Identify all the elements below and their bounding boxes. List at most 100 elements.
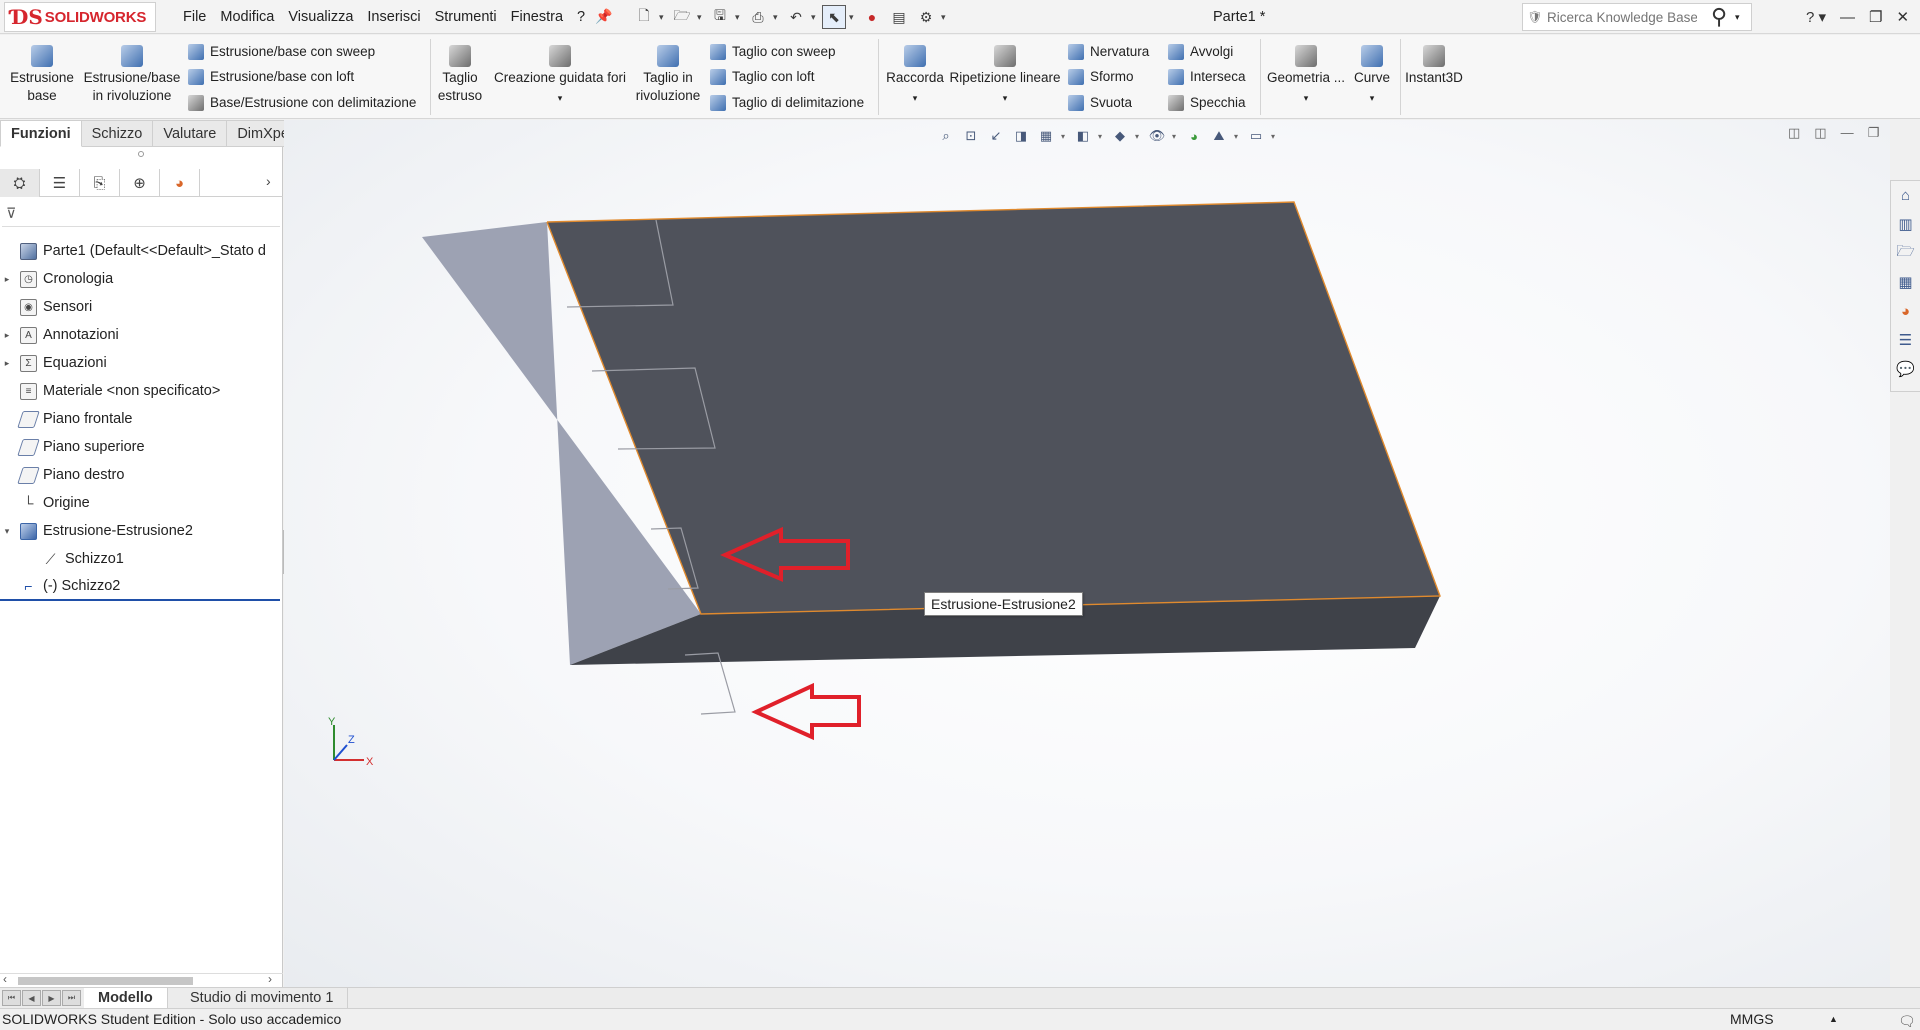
tab-schizzo[interactable]: Schizzo <box>81 120 154 147</box>
save-icon[interactable]: 🖫 <box>708 5 732 29</box>
menu-finestra[interactable]: Finestra <box>504 0 570 34</box>
draft-button[interactable]: Sformo <box>1068 68 1134 86</box>
boundary-cut-button[interactable]: Taglio di delimitazione <box>710 94 864 112</box>
chevron-right-icon[interactable]: › <box>266 173 271 189</box>
scrollbar-thumb[interactable] <box>18 977 193 985</box>
tree-filter[interactable]: ⊽ <box>2 205 280 227</box>
tree-node-part[interactable]: Parte1 (Default<<Default>_Stato d <box>0 237 283 265</box>
configuration-manager-tab-icon[interactable]: ⎘ <box>80 169 120 197</box>
wrap-button[interactable]: Avvolgi <box>1168 43 1233 61</box>
next-tab-icon[interactable]: ▶ <box>42 990 61 1006</box>
view-palette-icon[interactable]: ▦ <box>1896 272 1916 292</box>
reference-geometry-button[interactable]: Geometria ... ▾ <box>1264 45 1348 107</box>
shell-button[interactable]: Svuota <box>1068 94 1132 112</box>
feature-manager-tab-icon[interactable]: ⛭ <box>0 169 40 197</box>
scroll-right-icon[interactable]: › <box>268 972 272 986</box>
previous-tab-icon[interactable]: ◀ <box>22 990 41 1006</box>
raccorda-button[interactable]: Raccorda ▾ <box>884 45 946 107</box>
expand-arrow-icon[interactable]: ▸ <box>0 330 14 341</box>
chevron-down-icon[interactable]: ▾ <box>1350 89 1394 107</box>
select-cursor-icon[interactable]: ⬉ <box>822 5 846 29</box>
file-explorer-icon[interactable]: 🗁 <box>1896 243 1916 263</box>
menu-help[interactable]: ? <box>570 0 592 34</box>
tree-node-top-plane[interactable]: Piano superiore <box>0 433 283 461</box>
chevron-down-icon[interactable]: ▾ <box>697 12 705 23</box>
solidworks-logo[interactable]: ƊS SOLIDWORKS <box>4 2 156 32</box>
tab-studio-movimento[interactable]: Studio di movimento 1 <box>176 988 349 1009</box>
estrusione-base-button[interactable]: Estrusione base <box>8 45 76 105</box>
menu-inserisci[interactable]: Inserisci <box>360 0 427 34</box>
chevron-down-icon[interactable]: ▾ <box>849 12 857 23</box>
tree-node-sensors[interactable]: ◉ Sensori <box>0 293 283 321</box>
print-icon[interactable]: ⎙ <box>746 5 770 29</box>
tree-node-sketch1[interactable]: ⟋ Schizzo1 <box>0 545 283 573</box>
search-scope-icon[interactable]: 🛡 <box>1523 10 1547 24</box>
chevron-down-icon[interactable]: ▾ <box>811 12 819 23</box>
mirror-button[interactable]: Specchia <box>1168 94 1246 112</box>
new-document-icon[interactable]: 🗋 <box>632 5 656 29</box>
search-input[interactable] <box>1547 9 1697 25</box>
chevron-down-icon[interactable]: ▾ <box>1735 12 1740 23</box>
swept-boss-button[interactable]: Estrusione/base con sweep <box>188 43 375 61</box>
first-tab-icon[interactable]: ⏮ <box>2 990 21 1006</box>
instant3d-button[interactable]: Instant3D <box>1404 45 1464 87</box>
estrusione-rivoluzione-button[interactable]: Estrusione/base in rivoluzione <box>82 45 182 105</box>
restore-icon[interactable]: ❐ <box>1869 8 1882 26</box>
search-icon[interactable]: ⚲ <box>1703 4 1735 30</box>
chevron-down-icon[interactable]: ▾ <box>659 12 667 23</box>
tree-node-history[interactable]: ▸ ◷ Cronologia <box>0 265 283 293</box>
options-gear-icon[interactable]: ⚙ <box>914 5 938 29</box>
chevron-down-icon[interactable]: ▾ <box>948 89 1062 107</box>
menu-strumenti[interactable]: Strumenti <box>428 0 504 34</box>
tree-node-sketch2[interactable]: ⌐ (-) Schizzo2 <box>0 573 280 601</box>
graphics-area[interactable]: ⌕ ⊡ ↙ ◨ ▦▾ ◧▾ ◆▾ 👁▾ ◕ ⛰▾ ▭▾ ◫ ◫ — ❐ ✕ Es… <box>284 120 1890 987</box>
lofted-cut-button[interactable]: Taglio con loft <box>710 68 815 86</box>
horizontal-scrollbar[interactable]: ‹ › <box>0 972 283 987</box>
menu-visualizza[interactable]: Visualizza <box>281 0 360 34</box>
chevron-down-icon[interactable]: ▾ <box>884 89 946 107</box>
dimxpert-manager-tab-icon[interactable]: ⊕ <box>120 169 160 197</box>
rebuild-traffic-light-icon[interactable]: ● <box>860 5 884 29</box>
unit-system-selector[interactable]: MMGS <box>1730 1009 1774 1030</box>
menu-file[interactable]: File <box>176 0 213 34</box>
close-icon[interactable]: ✕ <box>1897 8 1910 26</box>
part-model[interactable] <box>284 120 1890 987</box>
hole-wizard-button[interactable]: Creazione guidata fori ▾ <box>490 45 630 107</box>
scroll-left-icon[interactable]: ‹ <box>3 972 7 986</box>
chevron-down-icon[interactable]: ▾ <box>941 12 949 23</box>
expand-arrow-icon[interactable]: ▸ <box>0 358 14 369</box>
design-library-icon[interactable]: ▥ <box>1896 214 1916 234</box>
appearances-icon[interactable]: ◕ <box>1896 301 1916 321</box>
property-manager-tab-icon[interactable]: ☰ <box>40 169 80 197</box>
tab-modello[interactable]: Modello <box>84 988 168 1009</box>
home-icon[interactable]: ⌂ <box>1896 185 1916 205</box>
pin-menu-icon[interactable]: 📌 <box>595 8 612 25</box>
chevron-down-icon[interactable]: ▾ <box>773 12 781 23</box>
chevron-down-icon[interactable]: ▾ <box>735 12 743 23</box>
forum-icon[interactable]: 💬 <box>1896 359 1916 379</box>
rib-button[interactable]: Nervatura <box>1068 43 1149 61</box>
collapse-arrow-icon[interactable]: ▾ <box>0 526 14 537</box>
taglio-estruso-button[interactable]: Taglio estruso <box>436 45 484 105</box>
swept-cut-button[interactable]: Taglio con sweep <box>710 43 836 61</box>
tree-node-annotations[interactable]: ▸ A Annotazioni <box>0 321 283 349</box>
minimize-icon[interactable]: — <box>1840 9 1855 26</box>
comment-icon[interactable]: 🗨 <box>1898 1011 1916 1030</box>
curves-button[interactable]: Curve ▾ <box>1350 45 1394 107</box>
undo-icon[interactable]: ↶ <box>784 5 808 29</box>
display-manager-tab-icon[interactable]: ◕ <box>160 169 200 197</box>
tree-node-front-plane[interactable]: Piano frontale <box>0 405 283 433</box>
tree-node-equations[interactable]: ▸ Σ Equazioni <box>0 349 283 377</box>
panel-grip-handle[interactable] <box>138 151 144 157</box>
lofted-boss-button[interactable]: Estrusione/base con loft <box>188 68 354 86</box>
boundary-boss-button[interactable]: Base/Estrusione con delimitazione <box>188 94 416 112</box>
tab-funzioni[interactable]: Funzioni <box>0 120 82 147</box>
tree-node-origin[interactable]: └ Origine <box>0 489 283 517</box>
custom-properties-icon[interactable]: ☰ <box>1896 330 1916 350</box>
intersect-button[interactable]: Interseca <box>1168 68 1246 86</box>
linear-pattern-button[interactable]: Ripetizione lineare ▾ <box>948 45 1062 107</box>
tab-valutare[interactable]: Valutare <box>153 120 228 147</box>
expand-arrow-icon[interactable]: ▸ <box>0 274 14 285</box>
tree-node-material[interactable]: ≡ Materiale <non specificato> <box>0 377 283 405</box>
help-icon[interactable]: ? ▾ <box>1806 8 1826 26</box>
